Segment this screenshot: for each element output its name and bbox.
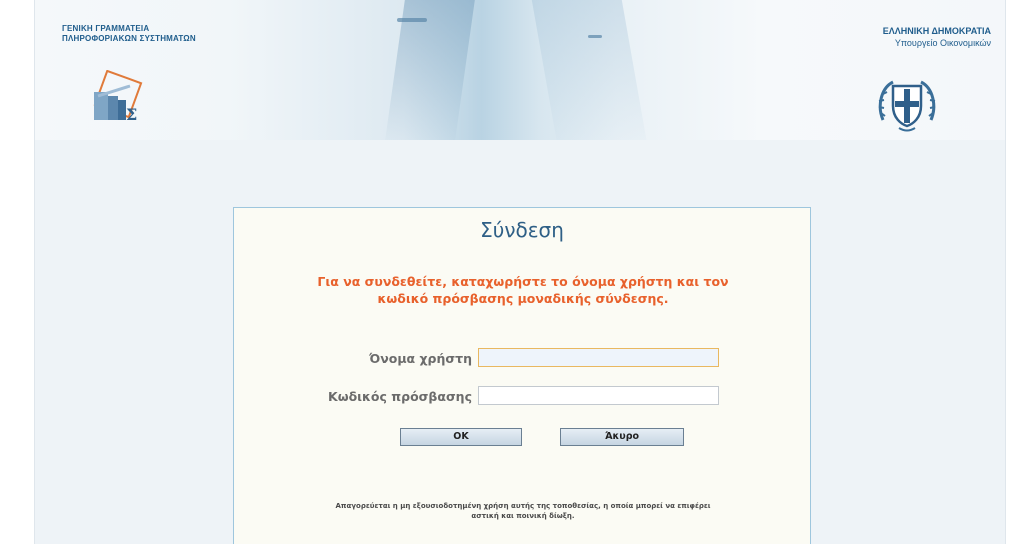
ministry-name: Υπουργείο Οικονομικών [894,38,991,48]
username-label: Όνομα χρήστη [369,351,472,366]
legal-notice-line1: Απαγορεύεται η μη εξουσιοδοτημένη χρήση … [335,502,711,510]
gsis-title-line2: ΠΛΗΡΟΦΟΡΙΑΚΩΝ ΣΥΣΤΗΜΑΤΩΝ [62,34,196,43]
password-input[interactable] [478,386,719,405]
login-instructions-line1: Για να συνδεθείτε, καταχωρήστε το όνομα … [317,274,729,289]
header-banner: ΓΕΝΙΚΗ ΓΡΑΜΜΑΤΕΙΑ ΠΛΗΡΟΦΟΡΙΑΚΩΝ ΣΥΣΤΗΜΑΤ… [35,0,1005,140]
republic-name: ΕΛΛΗΝΙΚΗ ΔΗΜΟΚΡΑΤΙΑ [882,26,991,36]
page: ΓΕΝΙΚΗ ΓΡΑΜΜΑΤΕΙΑ ΠΛΗΡΟΦΟΡΙΑΚΩΝ ΣΥΣΤΗΜΑΤ… [0,0,1021,544]
login-title: Σύνδεση [480,218,564,242]
svg-text:Σ: Σ [126,105,137,124]
login-instructions-line2: κωδικό πρόσβασης μοναδικής σύνδεσης. [377,291,669,306]
gsis-title-line1: ΓΕΝΙΚΗ ΓΡΑΜΜΑΤΕΙΑ [62,24,150,33]
gsis-title: ΓΕΝΙΚΗ ΓΡΑΜΜΑΤΕΙΑ ΠΛΗΡΟΦΟΡΙΑΚΩΝ ΣΥΣΤΗΜΑΤ… [62,24,196,44]
legal-notice: Απαγορεύεται η μη εξουσιοδοτημένη χρήση … [238,501,808,521]
page-frame: ΓΕΝΙΚΗ ΓΡΑΜΜΑΤΕΙΑ ΠΛΗΡΟΦΟΡΙΑΚΩΝ ΣΥΣΤΗΜΑΤ… [34,0,1006,544]
cancel-button[interactable]: Άκυρο [560,428,684,446]
username-input[interactable] [478,348,719,367]
banner-streak [588,35,602,38]
ok-button[interactable]: ΟΚ [400,428,522,446]
republic-title: ΕΛΛΗΝΙΚΗ ΔΗΜΟΚΡΑΤΙΑ Υπουργείο Οικονομικώ… [883,26,991,49]
greek-coat-of-arms-icon [875,76,939,134]
password-label: Κωδικός πρόσβασης [328,389,472,404]
banner-streak [397,18,427,22]
gsis-logo-icon: Σ [90,69,148,126]
login-panel: Σύνδεση Για να συνδεθείτε, καταχωρήστε τ… [233,207,811,544]
banner-light-ray [530,0,650,140]
legal-notice-line2: αστική και ποινική δίωξη. [471,512,575,520]
login-instructions: Για να συνδεθείτε, καταχωρήστε το όνομα … [254,273,792,307]
